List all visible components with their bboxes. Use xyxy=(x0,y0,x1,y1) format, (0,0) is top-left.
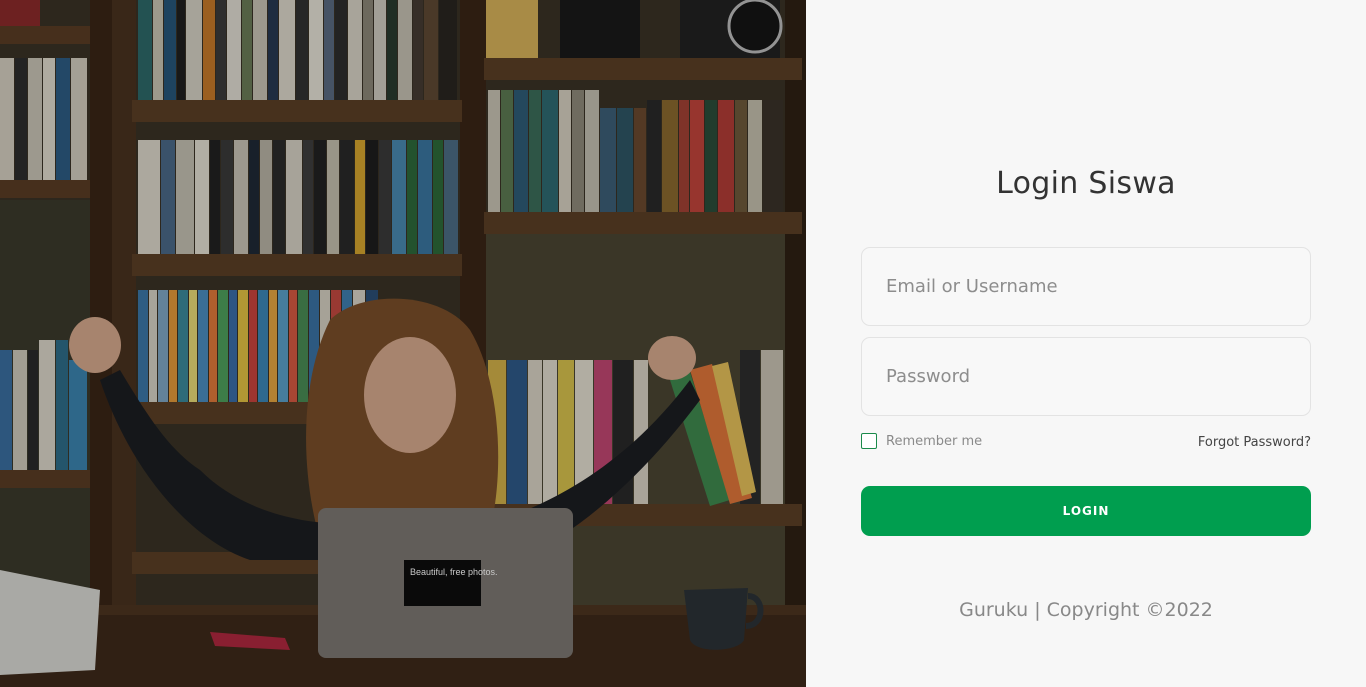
email-field-container xyxy=(861,247,1311,326)
remember-me-label: Remember me xyxy=(886,433,983,449)
password-input[interactable] xyxy=(862,338,1310,415)
copyright-footer: Guruku | Copyright ©2022 xyxy=(959,599,1213,621)
laptop-sticker-text: Beautiful, free photos. xyxy=(410,567,498,577)
remember-me-checkbox[interactable] xyxy=(861,433,877,449)
page-title: Login Siswa xyxy=(996,166,1176,201)
login-panel: Login Siswa Remember me Forgot Password?… xyxy=(806,0,1366,687)
remember-me-control[interactable]: Remember me xyxy=(861,433,982,449)
email-input[interactable] xyxy=(862,248,1310,325)
forgot-password-link[interactable]: Forgot Password? xyxy=(1198,435,1311,450)
background-photo: Beautiful, free photos. xyxy=(0,0,806,687)
login-button[interactable]: LOGIN xyxy=(861,486,1311,536)
password-field-container xyxy=(861,337,1311,416)
